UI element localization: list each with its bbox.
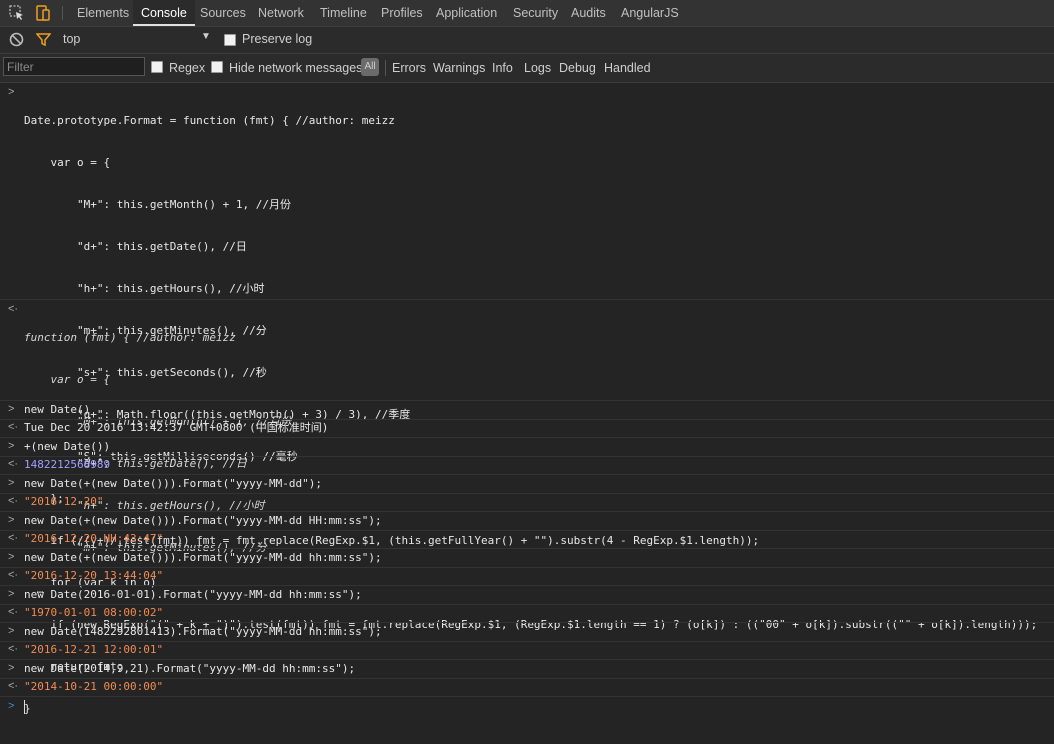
- preserve-log-label: Preserve log: [242, 32, 313, 46]
- input-expression[interactable]: new Date(1482292801413).Format("yyyy-MM-…: [24, 625, 382, 639]
- console-result-row: <· "2016-12-20 13:44:04": [0, 567, 1054, 586]
- result-arrow-icon: <·: [8, 303, 19, 315]
- console-toolbar: top ▼ Preserve log: [0, 27, 1054, 54]
- input-arrow-icon: >: [8, 588, 15, 600]
- inspect-element-icon[interactable]: [8, 4, 26, 22]
- console-result-row: <· Tue Dec 20 2016 13:42:37 GMT+0800 (中国标…: [0, 419, 1054, 438]
- hide-network-checkbox[interactable]: [211, 61, 223, 73]
- console-result-row: <· "2016-12-20": [0, 493, 1054, 512]
- regex-checkbox[interactable]: [151, 61, 163, 73]
- result-value[interactable]: "2016-12-20": [24, 495, 103, 509]
- tab-profiles[interactable]: Profiles: [381, 0, 423, 26]
- tab-angularjs[interactable]: AngularJS: [621, 0, 679, 26]
- result-arrow-icon: <·: [8, 421, 19, 433]
- result-arrow-icon: <·: [8, 643, 19, 655]
- console-input-row: > new Date(+(new Date())).Format("yyyy-MM…: [0, 549, 1054, 568]
- code-line: "d+": this.getDate(), //日: [24, 240, 247, 253]
- input-expression[interactable]: new Date(): [24, 403, 90, 417]
- console-result-row: <· "1970-01-01 08:00:02": [0, 604, 1054, 623]
- code-line: "h+": this.getHours(), //小时: [24, 282, 265, 295]
- level-debug[interactable]: Debug: [559, 61, 596, 75]
- result-value[interactable]: 1482212568989: [24, 458, 110, 472]
- result-line: function (fmt) { //author: meizz: [24, 331, 236, 344]
- devtools-tabbar: Elements Console Sources Network Timelin…: [0, 0, 1054, 27]
- result-arrow-icon: <·: [8, 532, 19, 544]
- regex-label: Regex: [169, 61, 206, 75]
- tab-audits[interactable]: Audits: [571, 0, 606, 26]
- tab-sources[interactable]: Sources: [200, 0, 246, 26]
- input-expression[interactable]: +(new Date()): [24, 440, 110, 454]
- result-arrow-icon: <·: [8, 680, 19, 692]
- console-output: > Date.prototype.Format = function (fmt)…: [0, 83, 1054, 719]
- result-arrow-icon: <·: [8, 458, 19, 470]
- console-input-row: > +(new Date()): [0, 438, 1054, 457]
- input-arrow-icon: >: [8, 514, 15, 526]
- tab-application[interactable]: Application: [436, 0, 497, 26]
- input-arrow-icon: >: [8, 403, 15, 415]
- chevron-down-icon[interactable]: ▼: [201, 31, 211, 42]
- tab-separator: [62, 6, 63, 20]
- code-line: Date.prototype.Format = function (fmt) {…: [24, 114, 395, 127]
- preserve-log-checkbox[interactable]: [224, 34, 236, 46]
- hide-network-label: Hide network messages: [229, 61, 363, 75]
- level-info[interactable]: Info: [492, 61, 513, 75]
- console-prompt-row[interactable]: >: [0, 697, 1054, 719]
- input-arrow-icon: >: [8, 662, 15, 674]
- device-toolbar-icon[interactable]: [34, 4, 52, 22]
- input-arrow-icon: >: [8, 551, 15, 563]
- input-expression[interactable]: new Date(2016-01-01).Format("yyyy-MM-dd …: [24, 588, 362, 602]
- result-value[interactable]: "2016-12-20 HH:43:47": [24, 532, 163, 546]
- level-separator: [385, 60, 386, 76]
- filter-input[interactable]: Filter: [3, 57, 145, 76]
- result-arrow-icon: <·: [8, 569, 19, 581]
- console-input-row: > new Date(2016-01-01).Format("yyyy-MM-dd…: [0, 586, 1054, 605]
- code-line: "M+": this.getMonth() + 1, //月份: [24, 198, 292, 211]
- console-result-row: <· 1482212568989: [0, 456, 1054, 475]
- result-value[interactable]: "2016-12-20 13:44:04": [24, 569, 163, 583]
- console-input-cursor[interactable]: [24, 700, 25, 714]
- result-value[interactable]: "1970-01-01 08:00:02": [24, 606, 163, 620]
- tab-security[interactable]: Security: [513, 0, 558, 26]
- level-logs[interactable]: Logs: [524, 61, 551, 75]
- filter-icon[interactable]: [36, 32, 51, 47]
- console-result-row: <· "2016-12-20 HH:43:47": [0, 530, 1054, 549]
- level-handled[interactable]: Handled: [604, 61, 651, 75]
- tab-elements[interactable]: Elements: [77, 0, 129, 26]
- code-line: var o = {: [24, 156, 111, 169]
- context-select[interactable]: top: [63, 32, 80, 46]
- console-result-row: <· function (fmt) { //author: meizz var …: [0, 300, 1054, 596]
- filter-bar: Filter Regex Hide network messages All E…: [0, 54, 1054, 83]
- result-value[interactable]: Tue Dec 20 2016 13:42:37 GMT+0800 (中国标准时…: [24, 421, 328, 435]
- input-expression[interactable]: new Date(+(new Date())).Format("yyyy-MM-…: [24, 551, 382, 565]
- result-arrow-icon: <·: [8, 606, 19, 618]
- clear-console-icon[interactable]: [9, 32, 24, 47]
- input-arrow-icon: >: [8, 625, 15, 637]
- input-arrow-icon: >: [8, 86, 15, 98]
- console-result-row: <· "2016-12-21 12:00:01": [0, 641, 1054, 660]
- console-input-row: > new Date(+(new Date())).Format("yyyy-MM…: [0, 512, 1054, 531]
- prompt-chevron-icon: >: [8, 700, 15, 712]
- input-expression[interactable]: new Date(+(new Date())).Format("yyyy-MM-…: [24, 514, 382, 528]
- console-input-row: > Date.prototype.Format = function (fmt)…: [0, 83, 1054, 715]
- input-arrow-icon: >: [8, 440, 15, 452]
- level-errors[interactable]: Errors: [392, 61, 426, 75]
- console-input-row: > new Date(): [0, 401, 1054, 420]
- result-value[interactable]: "2016-12-21 12:00:01": [24, 643, 163, 657]
- result-value[interactable]: "2014-10-21 00:00:00": [24, 680, 163, 694]
- result-arrow-icon: <·: [8, 495, 19, 507]
- level-all-button[interactable]: All: [361, 58, 379, 76]
- console-input-row: > new Date(1482292801413).Format("yyyy-MM…: [0, 623, 1054, 642]
- console-input-row: > new Date(2014,9,21).Format("yyyy-MM-dd …: [0, 660, 1054, 679]
- input-expression[interactable]: new Date(2014,9,21).Format("yyyy-MM-dd h…: [24, 662, 355, 676]
- input-arrow-icon: >: [8, 477, 15, 489]
- level-warnings[interactable]: Warnings: [433, 61, 485, 75]
- result-line: var o = {: [24, 373, 111, 386]
- tab-timeline[interactable]: Timeline: [320, 0, 367, 26]
- console-input-row: > new Date(+(new Date())).Format("yyyy-MM…: [0, 475, 1054, 494]
- console-result-row: <· "2014-10-21 00:00:00": [0, 678, 1054, 697]
- tab-network[interactable]: Network: [258, 0, 304, 26]
- input-expression[interactable]: new Date(+(new Date())).Format("yyyy-MM-…: [24, 477, 322, 491]
- tab-console[interactable]: Console: [133, 0, 195, 26]
